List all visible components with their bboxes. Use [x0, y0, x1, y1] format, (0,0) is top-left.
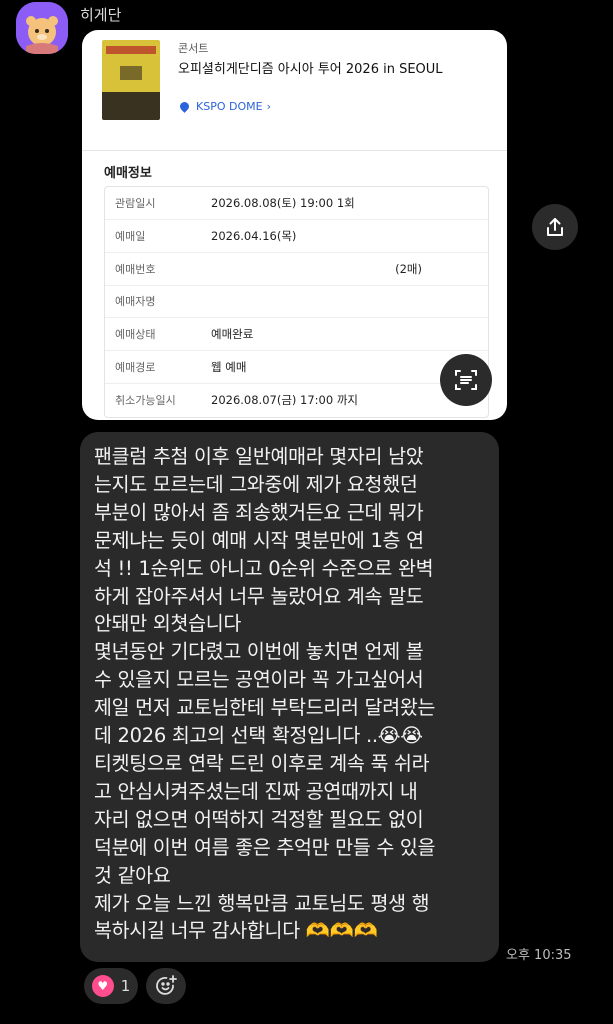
- text-scan-icon: [455, 370, 477, 390]
- table-row: 예매상태 예매완료: [105, 318, 488, 352]
- message-timestamp: 오후 10:35: [506, 948, 572, 963]
- text-scan-button[interactable]: [440, 354, 492, 406]
- venue-link[interactable]: KSPO DOME ›: [178, 100, 271, 113]
- row-label: 예매번호: [115, 262, 156, 276]
- share-button[interactable]: [532, 204, 578, 250]
- event-poster: [102, 40, 160, 120]
- reaction-count: 1: [120, 977, 131, 995]
- add-reaction-icon: [156, 975, 177, 995]
- row-value: 2026.04.16(목): [211, 228, 297, 243]
- add-reaction-button[interactable]: [146, 968, 186, 1004]
- location-pin-icon: [178, 100, 191, 113]
- booking-info-table: 관람일시 2026.08.08(토) 19:00 1회 예매일 2026.04.…: [104, 186, 489, 418]
- message-line: 수 있을지 모르는 공연이라 꼭 가고싶어서: [94, 668, 424, 692]
- message-line: 제가 오늘 느낀 행복만큼 교토님도 평생 행: [94, 891, 430, 915]
- event-category: 콘서트: [178, 42, 209, 55]
- table-row: 예매자명: [105, 286, 488, 319]
- message-line: 티켓팅으로 연락 드린 이후로 계속 푹 쉬라: [94, 751, 430, 775]
- message-line: 문제냐는 듯이 예매 시작 몇분만에 1층 연: [94, 528, 424, 552]
- row-label: 예매경로: [115, 361, 156, 375]
- message-line: 안돼만 외쳣습니다: [94, 612, 242, 636]
- message-line: 고 안심시켜주셨는데 진짜 공연때까지 내: [94, 779, 418, 803]
- heart-reaction-button[interactable]: ♥ 1: [84, 968, 138, 1004]
- booking-info-title: 예매정보: [104, 166, 152, 181]
- bear-avatar-icon: [16, 2, 68, 54]
- card-divider: [82, 150, 507, 151]
- row-value: 예매완료: [211, 327, 254, 342]
- message-line: 것 같아요: [94, 863, 171, 887]
- message-line: 팬클럼 추첨 이후 일반예매라 몇자리 남았: [94, 445, 424, 468]
- sender-avatar[interactable]: [16, 2, 68, 54]
- chevron-right-icon: ›: [266, 100, 271, 113]
- row-label: 예매상태: [115, 328, 156, 342]
- table-row: 예매일 2026.04.16(목): [105, 220, 488, 253]
- row-value: 2026.08.08(토) 19:00 1회: [211, 195, 355, 210]
- row-value: 2026.08.07(금) 17:00 까지: [211, 393, 359, 408]
- message-line: 부분이 많아서 좀 죄송했거든요 근데 뭐가: [94, 500, 424, 524]
- sender-name: 히게단: [80, 6, 122, 24]
- ticket-card[interactable]: 콘서트 오피셜히게단디즘 아시아 투어 2026 in SEOUL KSPO D…: [82, 30, 507, 420]
- message-line: 복하시길 너무 감사합니다 🫶🫶🫶: [94, 919, 378, 943]
- table-row: 관람일시 2026.08.08(토) 19:00 1회: [105, 187, 488, 220]
- row-label: 예매일: [115, 229, 146, 243]
- table-row: 예매경로 웹 예매: [105, 351, 488, 385]
- heart-icon: ♥: [91, 975, 114, 997]
- table-row: 예매번호 (2매): [105, 253, 488, 286]
- message-line: 데 2026 최고의 선택 확정입니다 ..😭😭: [94, 724, 423, 748]
- message-line: 석 !! 1순위도 아니고 0순위 수준으로 완벽: [94, 556, 434, 580]
- message-line: 덕분에 이번 여름 좋은 추억만 만들 수 있을: [94, 835, 436, 859]
- row-label: 예매자명: [115, 295, 156, 309]
- venue-name: KSPO DOME: [196, 100, 263, 113]
- message-line: 몇년동안 기다렸고 이번에 놓치면 언제 볼: [94, 640, 424, 664]
- message-line: 는지도 모르는데 그와중에 제가 요청했던: [94, 472, 418, 496]
- ticket-count: (2매): [395, 261, 422, 276]
- table-row: 취소가능일시 2026.08.07(금) 17:00 까지: [105, 384, 488, 417]
- event-title: 오피셜히게단디즘 아시아 투어 2026 in SEOUL: [178, 62, 443, 77]
- row-label: 취소가능일시: [115, 394, 176, 408]
- message-line: 제일 먼저 교토님한테 부탁드리러 달려왔는: [94, 696, 436, 720]
- message-line: 하게 잡아주셔서 너무 놀랐어요 계속 말도: [94, 584, 424, 608]
- message-bubble[interactable]: 팬클럼 추첨 이후 일반예매라 몇자리 남았 는지도 모르는데 그와중에 제가 …: [80, 432, 499, 962]
- message-line: 자리 없으면 어떡하지 걱정할 필요도 없이: [94, 807, 424, 831]
- row-value: 웹 예매: [211, 360, 247, 375]
- row-label: 관람일시: [115, 196, 156, 210]
- share-icon: [547, 218, 563, 236]
